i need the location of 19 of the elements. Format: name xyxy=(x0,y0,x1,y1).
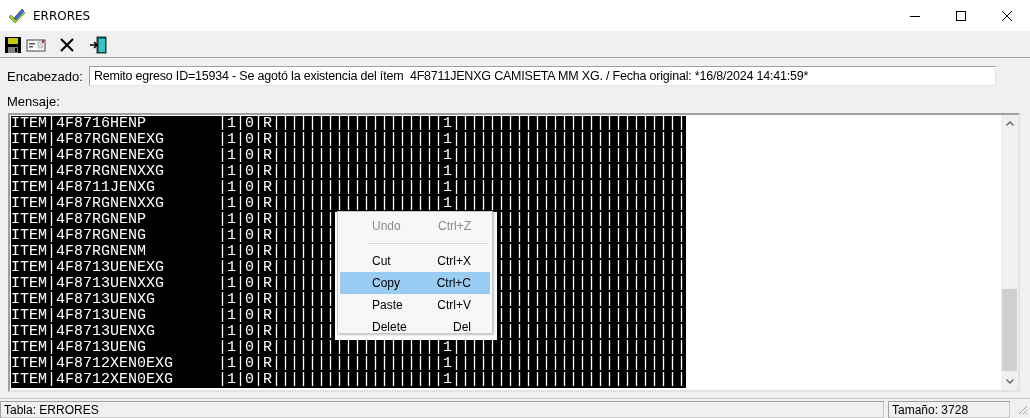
scroll-up-icon[interactable] xyxy=(1005,121,1014,126)
maximize-icon[interactable] xyxy=(956,10,966,21)
status-text: Tabla: ERRORES xyxy=(0,400,884,418)
header-field[interactable]: Remito egreso ID=15934 - Se agotó la existencia del ítem 4F8711JENXG CAMISETA MM XG. / Fecha original: *16/8/2024 14:41:59* xyxy=(88,66,996,86)
menu-item[interactable]: Paste Ctrl+V xyxy=(340,294,490,316)
scrollbar-thumb[interactable] xyxy=(1002,289,1017,371)
menu-item[interactable]: Copy Ctrl+C xyxy=(340,272,490,294)
window-title: ERRORES xyxy=(33,8,92,23)
field-label: Encabezado: xyxy=(7,68,83,84)
close-icon[interactable] xyxy=(1002,10,1012,21)
save-button[interactable] xyxy=(2,34,24,56)
resize-grip-icon xyxy=(1016,403,1028,415)
door-icon[interactable] xyxy=(87,34,109,56)
message-text-area[interactable] xyxy=(8,113,1020,392)
status-text: Tamaño: 3728 xyxy=(888,400,1010,418)
menu-item[interactable]: Cut Ctrl+X xyxy=(340,250,490,272)
menu-item[interactable]: Delete Del xyxy=(340,316,490,338)
scroll-down-icon[interactable] xyxy=(1005,379,1014,384)
field-label: Mensaje: xyxy=(7,94,60,109)
